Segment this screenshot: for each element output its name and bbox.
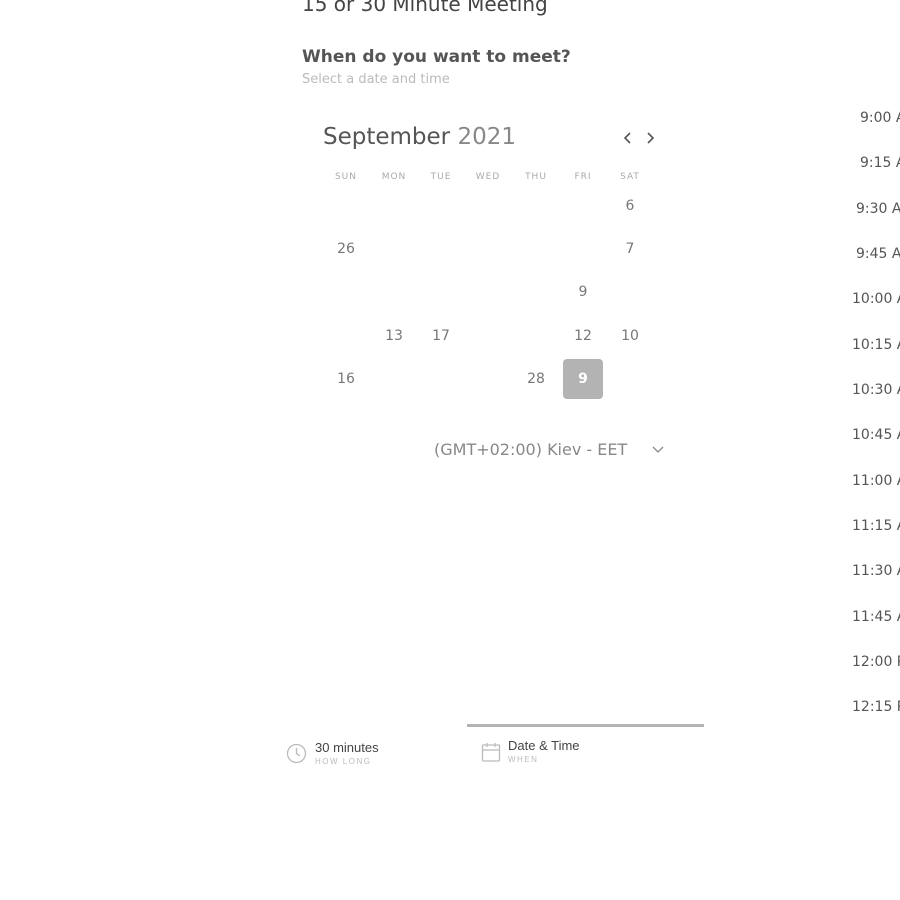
calendar-day[interactable]: 17 [421, 316, 461, 356]
chevron-right-icon [647, 132, 655, 144]
chevron-left-icon [623, 132, 631, 144]
calendar-day[interactable]: 28 [516, 359, 556, 399]
weekday-tue: TUE [430, 172, 452, 182]
calendar-day[interactable]: 9 [563, 272, 603, 312]
active-step-indicator [467, 724, 704, 727]
time-slot[interactable]: 10:00 AM [852, 291, 900, 307]
selected-calendar-day[interactable]: 9 [563, 359, 603, 399]
time-slot[interactable]: 9:45 AM [856, 246, 900, 262]
select-date-hint: Select a date and time [302, 72, 450, 87]
duration-label: 30 minutes [315, 740, 379, 755]
time-slot[interactable]: 9:15 AM [860, 155, 900, 171]
time-slot[interactable]: 11:15 AM [852, 518, 900, 534]
time-slot[interactable]: 10:45 AM [852, 427, 900, 443]
next-month-button[interactable] [641, 128, 659, 148]
duration-caption: HOW LONG [315, 757, 372, 766]
weekday-mon: MON [381, 172, 407, 182]
calendar-day[interactable]: 10 [610, 316, 650, 356]
time-slot[interactable]: 11:00 AM [852, 473, 900, 489]
chevron-down-icon[interactable] [651, 444, 665, 456]
prev-month-button[interactable] [619, 128, 637, 148]
weekday-fri: FRI [574, 172, 592, 182]
scheduler-page: 15 or 30 Minute Meeting When do you want… [0, 0, 900, 900]
year-label: 2021 [457, 124, 516, 150]
meeting-title: 15 or 30 Minute Meeting [302, 0, 548, 16]
calendar-icon [481, 743, 501, 762]
date-time-caption: WHEN [508, 755, 539, 764]
month-label: September [323, 124, 451, 150]
question-heading: When do you want to meet? [302, 47, 571, 67]
timezone-select[interactable]: (GMT+02:00) Kiev - EET [434, 440, 627, 459]
time-slot[interactable]: 9:30 AM [856, 201, 900, 217]
time-slot[interactable]: 10:30 AM [852, 382, 900, 398]
time-slot[interactable]: 12:15 PM [852, 699, 900, 715]
weekday-thu: THU [525, 172, 547, 182]
weekday-sun: SUN [334, 172, 358, 182]
calendar-day[interactable]: 16 [326, 359, 366, 399]
month-year-header: September 2021 [323, 124, 516, 150]
calendar-day[interactable]: 7 [610, 229, 650, 269]
calendar-day[interactable]: 12 [563, 316, 603, 356]
time-slot[interactable]: 10:15 AM [852, 337, 900, 353]
date-time-label: Date & Time [508, 738, 580, 753]
time-slot[interactable]: 11:45 AM [852, 609, 900, 625]
clock-icon [286, 743, 307, 764]
calendar-day[interactable]: 26 [326, 229, 366, 269]
time-slot[interactable]: 11:30 AM [852, 563, 900, 579]
time-slot[interactable]: 9:00 AM [860, 110, 900, 126]
weekday-wed: WED [475, 172, 501, 182]
calendar-day[interactable]: 6 [610, 186, 650, 226]
calendar-day[interactable]: 13 [374, 316, 414, 356]
time-slot[interactable]: 12:00 PM [852, 654, 900, 670]
weekday-sat: SAT [620, 172, 640, 182]
